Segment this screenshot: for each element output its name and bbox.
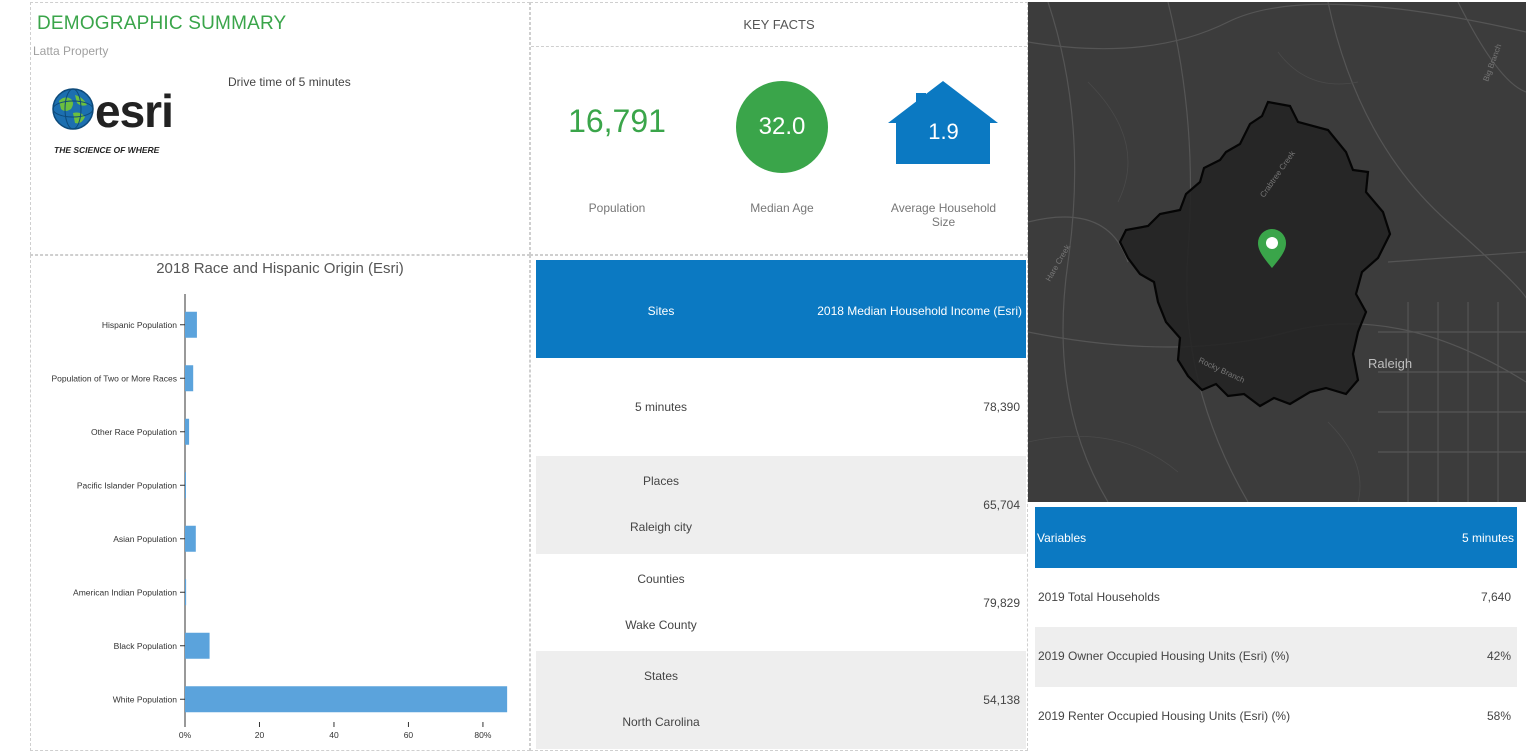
median-age-label: Median Age: [750, 201, 814, 215]
header-income: 2018 Median Household Income (Esri): [817, 304, 1022, 318]
table-row: 2019 Renter Occupied Housing Units (Esri…: [1035, 687, 1517, 747]
map-view[interactable]: Raleigh Hare Creek Crabtree Creek Rocky …: [1028, 2, 1526, 502]
bar-white-population[interactable]: [185, 686, 508, 713]
row-name: 5 minutes: [634, 400, 688, 414]
population-label: Population: [588, 201, 646, 215]
header-5-minutes: 5 minutes: [1461, 531, 1514, 545]
table-row: 2019 Total Households 7,640: [1035, 568, 1517, 628]
key-facts-header: KEY FACTS: [531, 3, 1027, 47]
median-age-value: 32.0: [736, 81, 828, 173]
table-row: Counties Wake County 79,829: [536, 554, 1026, 652]
household-size-label-line2: Size: [931, 215, 956, 229]
header-sites: Sites: [647, 304, 675, 318]
race-chart-panel: 2018 Race and Hispanic Origin (Esri) His…: [30, 255, 530, 751]
category-label: Population of Two or More Races: [51, 373, 177, 383]
table-row: 5 minutes 78,390: [536, 358, 1026, 456]
category-label: Pacific Islander Population: [77, 480, 177, 490]
table-row: 2019 Owner Occupied Housing Units (Esri)…: [1035, 627, 1517, 687]
x-tick-label: 40: [329, 730, 339, 740]
category-label: Hispanic Population: [102, 320, 177, 330]
row-value: 58%: [1486, 709, 1511, 723]
bar-black-population[interactable]: [185, 632, 210, 659]
page-title: DEMOGRAPHIC SUMMARY: [37, 13, 287, 34]
logo-wordmark: esri: [95, 85, 174, 137]
x-tick-label: 60: [404, 730, 414, 740]
population-value: 16,791: [568, 103, 666, 139]
row-category: States: [643, 669, 679, 683]
bar-hispanic-population[interactable]: [185, 311, 197, 338]
bar-asian-population[interactable]: [185, 525, 196, 552]
row-value: 79,829: [983, 596, 1020, 610]
category-label: Black Population: [114, 641, 178, 651]
row-value: 7,640: [1480, 590, 1511, 604]
logo-tagline: THE SCIENCE OF WHERE: [54, 145, 160, 155]
row-name: 2019 Total Households: [1038, 590, 1160, 604]
x-tick-label: 80%: [474, 730, 491, 740]
map-label-raleigh: Raleigh: [1368, 356, 1412, 371]
variables-table-header: Variables 5 minutes: [1035, 507, 1517, 568]
house-icon: 1.9: [886, 81, 1001, 164]
variables-table-panel: Variables 5 minutes 2019 Total Household…: [1028, 502, 1526, 751]
bar-population-of-two-or-more-races[interactable]: [185, 365, 194, 392]
row-value: 42%: [1486, 649, 1511, 663]
income-table-header: Sites 2018 Median Household Income (Esri…: [536, 260, 1026, 358]
household-size-label-line1: Average Household: [890, 201, 997, 215]
header-variables: Variables: [1037, 531, 1087, 545]
row-name: 2019 Owner Occupied Housing Units (Esri)…: [1038, 649, 1290, 663]
household-size-value: 1.9: [928, 119, 959, 144]
category-label: White Population: [113, 694, 178, 704]
drive-time-label: Drive time of 5 minutes: [228, 75, 351, 89]
row-name: Raleigh city: [629, 520, 693, 534]
table-row: Places Raleigh city 65,704: [536, 456, 1026, 554]
demographic-summary-panel: DEMOGRAPHIC SUMMARY Latta Property Drive…: [30, 2, 530, 255]
key-facts-panel: KEY FACTS 16,791 32.0 1.9 Population Med…: [530, 2, 1028, 255]
category-label: Asian Population: [113, 534, 177, 544]
row-value: 54,138: [983, 693, 1020, 707]
x-tick-label: 20: [255, 730, 265, 740]
row-name: North Carolina: [622, 715, 700, 729]
table-row: States North Carolina 54,138: [536, 651, 1026, 749]
bar-pacific-islander-population[interactable]: [185, 472, 186, 499]
globe-icon: [52, 88, 94, 130]
row-value: 78,390: [983, 400, 1020, 414]
bar-american-indian-population[interactable]: [185, 579, 187, 606]
row-name: 2019 Renter Occupied Housing Units (Esri…: [1038, 709, 1291, 723]
category-label: American Indian Population: [73, 587, 177, 597]
x-tick-label: 0%: [179, 730, 192, 740]
row-name: Wake County: [625, 618, 697, 632]
esri-logo: esri THE SCIENCE OF WHERE: [51, 83, 221, 163]
income-table-panel: Sites 2018 Median Household Income (Esri…: [530, 255, 1028, 751]
category-label: Other Race Population: [91, 427, 177, 437]
bar-other-race-population[interactable]: [185, 418, 190, 445]
row-value: 65,704: [983, 498, 1020, 512]
row-category: Places: [642, 474, 680, 488]
map-canvas[interactable]: Raleigh Hare Creek Crabtree Creek Rocky …: [1028, 2, 1526, 502]
race-bar-chart: Hispanic Population Population of Two or …: [51, 294, 508, 740]
household-size-label: Average Household Size: [876, 201, 1011, 229]
row-category: Counties: [637, 572, 685, 586]
site-name: Latta Property: [33, 44, 109, 58]
